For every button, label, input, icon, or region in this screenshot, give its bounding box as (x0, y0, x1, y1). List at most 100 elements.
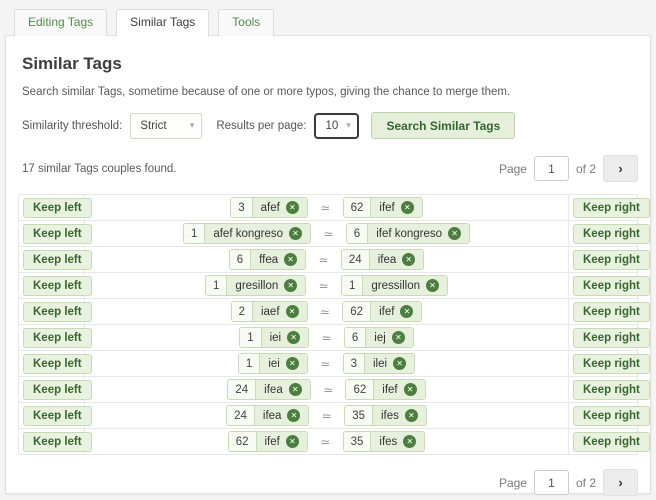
search-form: Similarity threshold: Strict ▾ Results p… (22, 112, 638, 139)
left-tag-name: ifea (263, 410, 282, 422)
keep-right-button[interactable]: Keep right (573, 432, 650, 452)
remove-tag-icon[interactable]: ✕ (286, 435, 299, 448)
summary-row: 17 similar Tags couples found. Page of 2… (22, 155, 638, 182)
right-tag-name: ifef kongreso (376, 228, 442, 240)
keep-left-button[interactable]: Keep left (23, 250, 92, 270)
right-tag-count: 1 (342, 276, 363, 295)
right-tag-badge: 62 ifef ✕ (343, 197, 423, 218)
approx-equal-symbol: ≃ (318, 253, 328, 267)
keep-right-button[interactable]: Keep right (573, 276, 650, 296)
approx-equal-symbol: ≃ (323, 227, 333, 241)
table-row: Keep left 1 iei ✕ ≃ 6 iej ✕ (19, 325, 638, 351)
left-tag-count: 1 (184, 224, 205, 243)
remove-tag-icon[interactable]: ✕ (284, 253, 297, 266)
similar-tags-rows: Keep left 3 afef ✕ ≃ 62 ifef ✕ (19, 195, 638, 455)
page-number-input[interactable] (534, 470, 569, 495)
left-tag-badge: 1 iei ✕ (239, 327, 309, 348)
right-tag-count: 62 (346, 380, 374, 399)
keep-right-button[interactable]: Keep right (573, 250, 650, 270)
right-tag-badge: 35 ifes ✕ (343, 431, 426, 452)
page-description: Search similar Tags, sometime because of… (22, 86, 638, 98)
left-tag-name: ifea (264, 384, 283, 396)
keep-right-button[interactable]: Keep right (573, 302, 650, 322)
results-per-page-label: Results per page: (216, 120, 306, 132)
keep-right-button[interactable]: Keep right (573, 224, 650, 244)
approx-equal-symbol: ≃ (320, 435, 330, 449)
left-tag-badge: 1 gresillon ✕ (205, 275, 306, 296)
similarity-threshold-select[interactable]: Strict ▾ (130, 113, 202, 139)
remove-tag-icon[interactable]: ✕ (405, 409, 418, 422)
right-tag-count: 3 (344, 354, 365, 373)
remove-tag-icon[interactable]: ✕ (403, 435, 416, 448)
right-tag-badge: 6 iej ✕ (344, 327, 414, 348)
next-page-button[interactable]: › (603, 469, 638, 496)
remove-tag-icon[interactable]: ✕ (289, 227, 302, 240)
remove-tag-icon[interactable]: ✕ (426, 279, 439, 292)
keep-left-button[interactable]: Keep left (23, 380, 92, 400)
tab-similar-tags[interactable]: Similar Tags (116, 9, 209, 37)
keep-left-button[interactable]: Keep left (23, 276, 92, 296)
keep-left-button[interactable]: Keep left (23, 328, 92, 348)
left-tag-count: 24 (227, 406, 255, 425)
chevron-right-icon: › (618, 161, 622, 176)
keep-left-button[interactable]: Keep left (23, 406, 92, 426)
left-tag-count: 2 (232, 302, 253, 321)
remove-tag-icon[interactable]: ✕ (393, 357, 406, 370)
left-tag-name: gresillon (235, 280, 278, 292)
keep-left-button[interactable]: Keep left (23, 302, 92, 322)
next-page-button[interactable]: › (603, 155, 638, 182)
remove-tag-icon[interactable]: ✕ (286, 305, 299, 318)
remove-tag-icon[interactable]: ✕ (286, 357, 299, 370)
chevron-down-icon: ▾ (346, 120, 351, 131)
right-tag-badge: 6 ifef kongreso ✕ (346, 223, 470, 244)
right-tag-count: 6 (347, 224, 368, 243)
page-number-input[interactable] (534, 156, 569, 181)
keep-left-button[interactable]: Keep left (23, 354, 92, 374)
remove-tag-icon[interactable]: ✕ (448, 227, 461, 240)
tab-tools[interactable]: Tools (218, 9, 274, 36)
table-row: Keep left 62 ifef ✕ ≃ 35 ifes ✕ (19, 429, 638, 455)
right-tag-name: gressillon (371, 280, 420, 292)
remove-tag-icon[interactable]: ✕ (401, 201, 414, 214)
remove-tag-icon[interactable]: ✕ (284, 279, 297, 292)
left-tag-count: 3 (231, 198, 252, 217)
right-tag-count: 62 (343, 302, 371, 321)
keep-left-button[interactable]: Keep left (23, 432, 92, 452)
keep-right-button[interactable]: Keep right (573, 354, 650, 374)
remove-tag-icon[interactable]: ✕ (289, 383, 302, 396)
remove-tag-icon[interactable]: ✕ (404, 383, 417, 396)
keep-left-button[interactable]: Keep left (23, 198, 92, 218)
left-tag-name: afef kongreso (213, 228, 283, 240)
right-tag-name: iej (374, 332, 386, 344)
results-per-page-select[interactable]: 10 ▾ (314, 113, 359, 139)
approx-equal-symbol: ≃ (320, 201, 330, 215)
keep-right-button[interactable]: Keep right (573, 406, 650, 426)
approx-equal-symbol: ≃ (323, 383, 333, 397)
left-tag-count: 62 (229, 432, 257, 451)
remove-tag-icon[interactable]: ✕ (287, 409, 300, 422)
remove-tag-icon[interactable]: ✕ (402, 253, 415, 266)
keep-right-button[interactable]: Keep right (573, 198, 650, 218)
remove-tag-icon[interactable]: ✕ (392, 331, 405, 344)
table-row: Keep left 1 iei ✕ ≃ 3 ilei ✕ (19, 351, 638, 377)
right-tag-count: 62 (344, 198, 372, 217)
similar-tags-panel: Similar Tags Search similar Tags, someti… (5, 35, 651, 494)
remove-tag-icon[interactable]: ✕ (400, 305, 413, 318)
similarity-threshold-value: Strict (140, 120, 166, 132)
left-tag-count: 1 (206, 276, 227, 295)
table-row: Keep left 3 afef ✕ ≃ 62 ifef ✕ (19, 195, 638, 221)
keep-right-button[interactable]: Keep right (573, 380, 650, 400)
keep-right-button[interactable]: Keep right (573, 328, 650, 348)
similarity-threshold-label: Similarity threshold: (22, 120, 122, 132)
remove-tag-icon[interactable]: ✕ (287, 331, 300, 344)
tab-editing-tags[interactable]: Editing Tags (14, 9, 107, 36)
keep-left-button[interactable]: Keep left (23, 224, 92, 244)
search-similar-tags-button[interactable]: Search Similar Tags (371, 112, 515, 139)
approx-equal-symbol: ≃ (320, 305, 330, 319)
remove-tag-icon[interactable]: ✕ (286, 201, 299, 214)
similar-tags-table: Keep left 3 afef ✕ ≃ 62 ifef ✕ (18, 194, 638, 455)
left-tag-badge: 24 ifea ✕ (227, 379, 310, 400)
chevron-down-icon: ▾ (190, 120, 195, 131)
left-tag-count: 1 (239, 354, 260, 373)
right-tag-name: ifef (379, 202, 394, 214)
